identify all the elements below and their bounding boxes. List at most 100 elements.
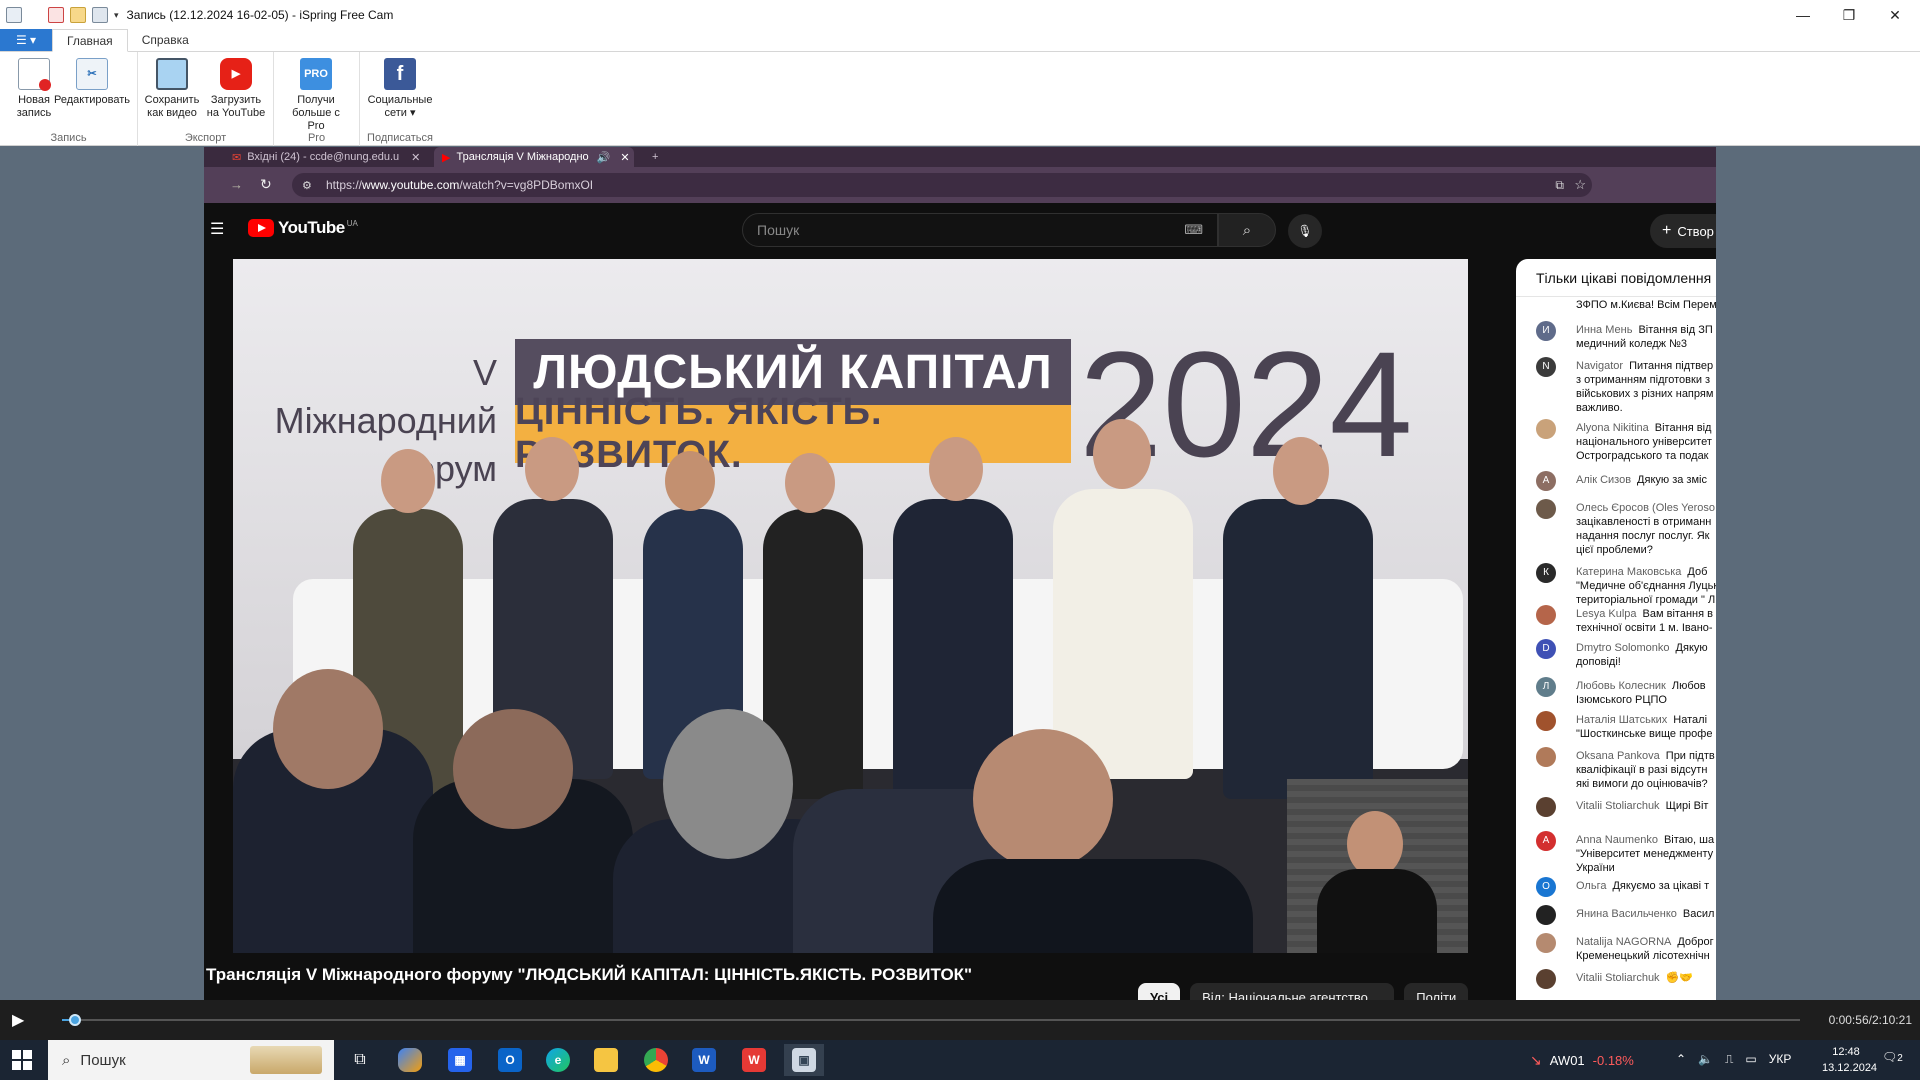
chat-avatar[interactable]: К bbox=[1536, 563, 1556, 583]
chat-author[interactable]: Инна Мень bbox=[1576, 324, 1632, 336]
chat-author[interactable]: Alyona Nikitina bbox=[1576, 422, 1649, 434]
taskbar-edge[interactable]: e bbox=[538, 1044, 578, 1076]
close-tab-icon[interactable]: ✕ bbox=[411, 151, 420, 164]
keyboard-icon[interactable]: ⌨ bbox=[1184, 222, 1203, 238]
task-view-button[interactable]: ⧉ bbox=[340, 1044, 380, 1076]
save-icon[interactable] bbox=[92, 7, 108, 23]
chat-avatar[interactable] bbox=[1536, 499, 1556, 519]
chat-author[interactable]: Dmytro Solomonko bbox=[1576, 642, 1670, 654]
new-record-small-icon[interactable] bbox=[48, 7, 64, 23]
upload-youtube-button[interactable]: ▶ Загрузить на YouTube bbox=[206, 58, 266, 120]
play-button[interactable]: ▶ bbox=[12, 1010, 32, 1030]
browser-tab-mail[interactable]: ✉ Вхідні (24) - ccde@nung.edu.u ✕ bbox=[224, 147, 434, 167]
new-tab-button[interactable]: + bbox=[644, 147, 674, 167]
chat-author[interactable]: Любовь Колесник bbox=[1576, 680, 1666, 692]
video-player[interactable]: V Міжнародний форум ЛЮДСЬКИЙ КАПІТАЛ ЦІН… bbox=[233, 259, 1468, 953]
maximize-button[interactable]: ❐ bbox=[1826, 0, 1872, 30]
minimize-button[interactable]: — bbox=[1780, 0, 1826, 30]
chat-avatar[interactable]: А bbox=[1536, 471, 1556, 491]
start-button[interactable] bbox=[12, 1050, 32, 1070]
battery-icon[interactable]: ▭ bbox=[1745, 1052, 1756, 1067]
reload-icon[interactable]: ↻ bbox=[260, 176, 272, 193]
chat-author[interactable]: Lesya Kulpa bbox=[1576, 608, 1637, 620]
taskbar-chrome[interactable] bbox=[636, 1044, 676, 1076]
chat-author[interactable]: Наталія Шатських bbox=[1576, 714, 1667, 726]
chat-avatar[interactable]: N bbox=[1536, 357, 1556, 377]
audio-icon[interactable]: 🔊 bbox=[597, 151, 611, 164]
ticker-change: -0.18% bbox=[1592, 1053, 1634, 1068]
youtube-search-input[interactable]: Пошук ⌨ bbox=[742, 213, 1218, 247]
taskbar-word[interactable]: W bbox=[684, 1044, 724, 1076]
chat-message-body: Lesya Kulpa Вам вітання в технічної освіти… bbox=[1576, 607, 1716, 635]
cast-icon[interactable]: ⧉ bbox=[1555, 178, 1564, 193]
chat-author[interactable]: Алік Сизов bbox=[1576, 474, 1631, 486]
site-info-icon[interactable]: ⚙ bbox=[302, 179, 312, 192]
edit-button[interactable]: ✂ Редактировать bbox=[52, 58, 132, 107]
chat-avatar[interactable] bbox=[1536, 747, 1556, 767]
chat-avatar[interactable] bbox=[1536, 969, 1556, 989]
taskbar-wps[interactable]: W bbox=[734, 1044, 774, 1076]
chat-avatar[interactable] bbox=[1536, 711, 1556, 731]
chat-avatar[interactable] bbox=[1536, 905, 1556, 925]
taskbar-search-box[interactable]: ⌕ Пошук bbox=[48, 1040, 334, 1080]
app-icon[interactable] bbox=[6, 7, 22, 23]
chat-author[interactable]: Vitalii Stoliarchuk bbox=[1576, 800, 1660, 812]
taskbar-store[interactable]: ▦ bbox=[440, 1044, 480, 1076]
chat-avatar[interactable] bbox=[1536, 605, 1556, 625]
taskbar-outlook[interactable]: O bbox=[490, 1044, 530, 1076]
voice-search-button[interactable]: 🎙 bbox=[1288, 214, 1322, 248]
playback-time: 0:00:56/2:10:21 bbox=[1828, 1013, 1912, 1027]
create-button[interactable]: + Створ bbox=[1650, 214, 1716, 248]
chat-author[interactable]: Anna Naumenko bbox=[1576, 834, 1658, 846]
chip-from-channel[interactable]: Від: Національне агентство ... bbox=[1190, 983, 1395, 1000]
close-tab-icon[interactable]: ✕ bbox=[620, 151, 629, 164]
open-folder-icon[interactable] bbox=[70, 7, 86, 23]
browser-tab-youtube[interactable]: ▶ Трансляція V Міжнародно 🔊 ✕ bbox=[434, 147, 634, 167]
stock-ticker-widget[interactable]: ↘ AW01 -0.18% bbox=[1530, 1052, 1634, 1069]
get-pro-button[interactable]: PRO Получи больше с Pro bbox=[286, 58, 346, 133]
chat-avatar[interactable]: О bbox=[1536, 877, 1556, 897]
youtube-logo[interactable]: YouTube UA bbox=[248, 218, 358, 238]
tab-help[interactable]: Справка bbox=[128, 29, 203, 51]
social-networks-button[interactable]: f Социальные сети ▾ bbox=[366, 58, 434, 120]
volume-icon[interactable]: 🔈 bbox=[1698, 1052, 1713, 1067]
chat-avatar[interactable]: И bbox=[1536, 321, 1556, 341]
forward-icon[interactable]: → bbox=[230, 177, 243, 192]
input-language[interactable]: УКР bbox=[1769, 1052, 1792, 1067]
customize-toolbar-icon[interactable]: ▾ bbox=[114, 10, 119, 21]
chat-avatar[interactable] bbox=[1536, 797, 1556, 817]
chat-author[interactable]: Natalija NAGORNA bbox=[1576, 936, 1671, 948]
tab-home[interactable]: Главная bbox=[52, 29, 128, 52]
chat-avatar[interactable]: Л bbox=[1536, 677, 1556, 697]
youtube-search-button[interactable]: ⌕ bbox=[1218, 213, 1276, 247]
save-as-video-button[interactable]: Сохранить как видео bbox=[142, 58, 202, 120]
clock[interactable]: 12:48 13.12.2024 bbox=[1822, 1044, 1877, 1076]
chevron-up-icon[interactable]: ⌃ bbox=[1676, 1052, 1686, 1067]
chip-politics[interactable]: Політи bbox=[1404, 983, 1469, 1000]
file-menu-button[interactable]: ☰ ▾ bbox=[0, 29, 52, 51]
chat-author[interactable]: Катерина Маковська bbox=[1576, 566, 1681, 578]
chat-author[interactable]: Янина Васильченко bbox=[1576, 908, 1677, 920]
chat-author[interactable]: Vitalii Stoliarchuk bbox=[1576, 972, 1660, 984]
close-button[interactable]: ✕ bbox=[1872, 0, 1918, 30]
chat-author[interactable]: Oksana Pankova bbox=[1576, 750, 1660, 762]
notification-center-button[interactable]: 🗨2 bbox=[1882, 1050, 1903, 1064]
chat-author[interactable]: Navigator bbox=[1576, 360, 1623, 372]
seek-handle[interactable] bbox=[68, 1014, 81, 1026]
taskbar-file-explorer[interactable] bbox=[586, 1044, 626, 1076]
seek-bar[interactable] bbox=[62, 1014, 1800, 1026]
taskbar-ispring[interactable]: ▣ bbox=[784, 1044, 824, 1076]
chat-avatar[interactable]: A bbox=[1536, 831, 1556, 851]
chat-avatar[interactable] bbox=[1536, 933, 1556, 953]
chip-all[interactable]: Усі bbox=[1138, 983, 1181, 1000]
taskbar-copilot[interactable] bbox=[390, 1044, 430, 1076]
chat-author[interactable]: Олесь Єросов (Oles Yeroso bbox=[1576, 502, 1715, 514]
chat-author[interactable]: Ольга bbox=[1576, 880, 1606, 892]
chat-mode-selector[interactable]: Тільки цікаві повідомлення bbox=[1516, 259, 1716, 297]
network-icon[interactable]: ⎍ bbox=[1725, 1052, 1733, 1067]
hamburger-menu-icon[interactable]: ☰ bbox=[210, 219, 224, 239]
address-bar[interactable]: ⚙ https://www.youtube.com/watch?v=vg8PDB… bbox=[292, 173, 1592, 197]
chat-avatar[interactable]: D bbox=[1536, 639, 1556, 659]
chat-avatar[interactable] bbox=[1536, 419, 1556, 439]
bookmark-star-icon[interactable]: ☆ bbox=[1574, 177, 1586, 193]
